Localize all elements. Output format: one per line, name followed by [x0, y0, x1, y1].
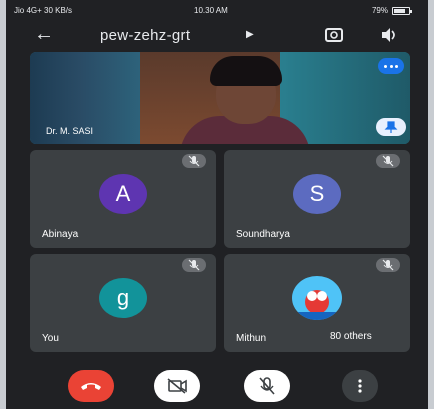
avatar: A — [99, 174, 147, 214]
meet-call-screen: Jio 4G+ 30 KB/s 10.30 AM 79% ← pew-zehz-… — [6, 0, 428, 409]
speaker-video-person — [210, 56, 282, 86]
more-vertical-icon — [358, 379, 362, 393]
status-bar: Jio 4G+ 30 KB/s 10.30 AM 79% — [6, 0, 428, 20]
more-options-button[interactable] — [342, 370, 378, 402]
participant-tile[interactable]: S Soundharya — [224, 150, 410, 248]
meeting-code[interactable]: pew-zehz-grt — [100, 27, 190, 44]
phone-hangup-icon — [81, 383, 101, 390]
clock: 10.30 AM — [194, 6, 228, 15]
microphone-toggle-button[interactable] — [244, 370, 290, 402]
camera-toggle-button[interactable] — [154, 370, 200, 402]
pin-button[interactable] — [376, 118, 406, 136]
end-call-button[interactable] — [68, 370, 114, 402]
participant-name: Soundharya — [236, 229, 290, 240]
participant-name: Mithun — [236, 333, 267, 344]
call-header: ← pew-zehz-grt ▶ — [6, 20, 428, 52]
speaker-volume-icon[interactable] — [380, 27, 398, 43]
camera-off-icon — [167, 378, 187, 394]
camera-flip-icon[interactable] — [324, 26, 344, 44]
avatar: S — [293, 174, 341, 214]
participant-name: Abinaya — [42, 229, 79, 240]
avatar: g — [99, 278, 147, 318]
more-horizontal-icon[interactable] — [378, 58, 404, 74]
battery-percent: 79% — [371, 6, 388, 15]
mic-off-icon — [259, 377, 275, 395]
mic-off-icon — [376, 258, 400, 272]
battery-icon — [392, 7, 412, 15]
back-arrow-icon[interactable]: ← — [34, 24, 54, 44]
participant-name: You — [42, 333, 59, 344]
mic-off-icon — [182, 258, 206, 272]
participant-tile[interactable]: Mithun 80 others — [224, 254, 410, 352]
more-participants-badge[interactable]: 80 others — [322, 328, 380, 346]
mic-off-icon — [376, 154, 400, 168]
call-controls — [6, 356, 428, 409]
avatar — [292, 276, 342, 320]
participant-tile[interactable]: A Abinaya — [30, 150, 216, 248]
speaker-name: Dr. M. SASI — [46, 126, 94, 136]
cartoon-avatar-image — [292, 276, 342, 320]
pin-icon — [384, 121, 398, 133]
active-speaker-tile[interactable]: Dr. M. SASI — [30, 52, 410, 144]
caret-right-icon[interactable]: ▶ — [246, 29, 254, 40]
mic-off-icon — [182, 154, 206, 168]
participant-tile[interactable]: g You — [30, 254, 216, 352]
network-status: Jio 4G+ 30 KB/s — [14, 6, 73, 15]
